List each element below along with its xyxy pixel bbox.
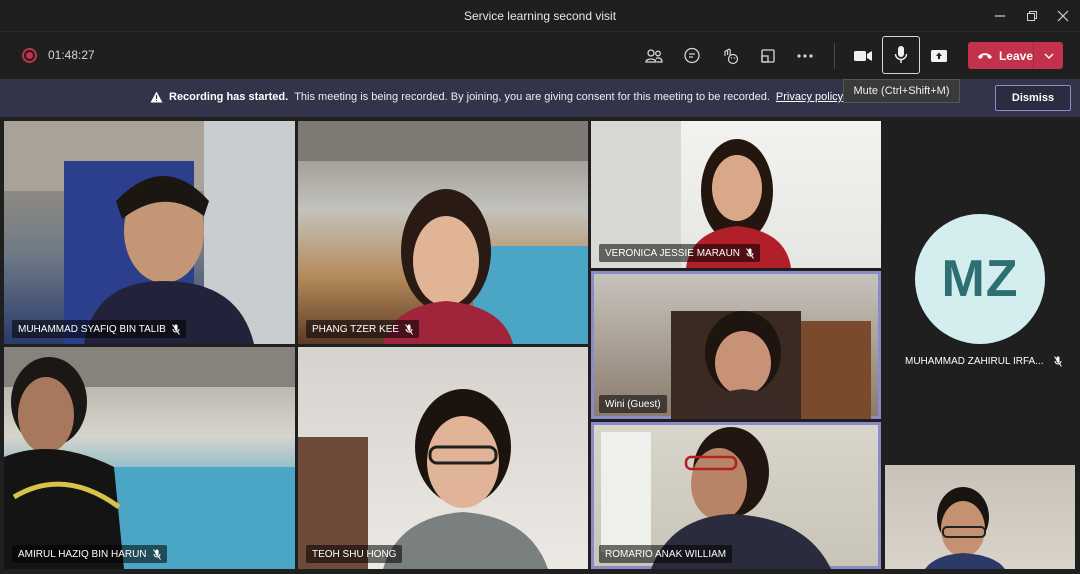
phone-hangup-icon — [977, 52, 992, 59]
leave-options-chevron-icon[interactable] — [1034, 53, 1063, 59]
mic-muted-icon — [152, 548, 161, 560]
meeting-toolbar: 01:48:27 Leave — [0, 33, 1080, 79]
video-tile[interactable]: AMIRUL HAZIQ BIN HARUN — [4, 347, 295, 569]
participant-nameplate: VERONICA JESSIE MARAUN — [599, 244, 761, 262]
privacy-policy-link[interactable]: Privacy policy — [776, 91, 843, 103]
mic-muted-icon — [1053, 356, 1062, 367]
participant-nameplate: Wini (Guest) — [599, 395, 667, 413]
mute-tooltip: Mute (Ctrl+Shift+M) — [843, 79, 960, 103]
window-title: Service learning second visit — [463, 9, 617, 23]
more-options-icon[interactable] — [790, 42, 820, 70]
video-tile[interactable]: Wini (Guest) — [591, 271, 881, 419]
participant-video-image — [298, 121, 588, 344]
video-tile[interactable]: PHANG TZER KEE — [298, 121, 588, 344]
title-bar: Service learning second visit — [0, 0, 1080, 32]
mic-muted-icon — [171, 323, 180, 335]
self-video-image — [925, 487, 1005, 569]
participant-video-image — [4, 347, 295, 569]
recording-text: This meeting is being recorded. By joini… — [294, 91, 770, 103]
avatar: MZ — [915, 214, 1045, 344]
participant-name: ROMARIO ANAK WILLIAM — [605, 548, 727, 560]
video-tile[interactable]: MUHAMMAD SYAFIQ BIN TALIB — [4, 121, 295, 344]
participant-nameplate: ROMARIO ANAK WILLIAM — [599, 545, 733, 563]
reactions-icon[interactable] — [715, 42, 745, 70]
participant-nameplate: MUHAMMAD SYAFIQ BIN TALIB — [12, 320, 186, 338]
restore-icon[interactable] — [1018, 4, 1046, 28]
leave-button[interactable]: Leave — [968, 42, 1063, 69]
mic-muted-icon — [746, 247, 754, 259]
recording-message: Recording has started. This meeting is b… — [150, 91, 843, 103]
participant-name: Wini (Guest) — [605, 398, 661, 410]
meeting-timer: 01:48:27 — [48, 48, 95, 62]
close-icon[interactable] — [1049, 4, 1077, 28]
participant-name: MUHAMMAD ZAHIRUL IRFA... — [905, 356, 1044, 367]
people-icon[interactable] — [639, 42, 669, 70]
participant-name: VERONICA JESSIE MARAUN — [605, 247, 741, 259]
participant-nameplate: MUHAMMAD ZAHIRUL IRFA... — [905, 356, 1062, 367]
video-tile[interactable]: TEOH SHU HONG — [298, 347, 588, 569]
recording-indicator-icon — [22, 48, 37, 63]
video-tile[interactable]: VERONICA JESSIE MARAUN — [591, 121, 881, 268]
participant-nameplate: PHANG TZER KEE — [306, 320, 420, 338]
participant-video-image — [4, 121, 295, 344]
share-screen-icon[interactable] — [924, 42, 954, 70]
breakout-rooms-icon[interactable] — [753, 42, 783, 70]
participant-nameplate: AMIRUL HAZIQ BIN HARUN — [12, 545, 167, 563]
mic-icon[interactable] — [882, 36, 920, 74]
warning-icon — [150, 91, 163, 103]
participant-name: MUHAMMAD SYAFIQ BIN TALIB — [18, 323, 166, 335]
self-view-tile[interactable] — [885, 465, 1075, 569]
video-tile[interactable]: ROMARIO ANAK WILLIAM — [591, 422, 881, 569]
participant-name: PHANG TZER KEE — [312, 323, 400, 335]
recording-title: Recording has started. — [169, 91, 289, 103]
chat-icon[interactable] — [677, 42, 707, 70]
participant-video-image — [298, 389, 548, 569]
participant-name: TEOH SHU HONG — [312, 548, 397, 560]
avatar-participant-tile[interactable]: MZ MUHAMMAD ZAHIRUL IRFA... — [885, 121, 1075, 459]
dismiss-button[interactable]: Dismiss — [995, 85, 1071, 111]
minimize-icon[interactable] — [986, 4, 1014, 28]
toolbar-divider — [834, 43, 835, 69]
leave-main-button[interactable]: Leave — [968, 42, 1034, 69]
camera-icon[interactable] — [848, 42, 878, 70]
leave-label: Leave — [998, 48, 1033, 63]
participant-name: AMIRUL HAZIQ BIN HARUN — [18, 548, 147, 560]
participant-nameplate: TEOH SHU HONG — [306, 545, 403, 563]
mic-muted-icon — [405, 323, 413, 335]
